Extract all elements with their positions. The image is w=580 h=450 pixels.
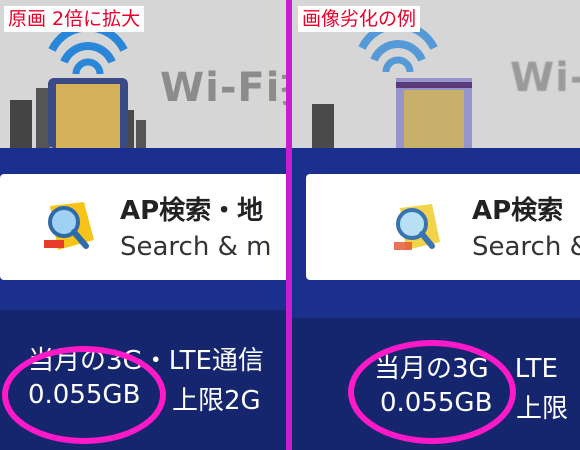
ap-search-card[interactable]: AP検索 Search & — [306, 174, 580, 280]
comparison-stage: Wi-Fi拉 原画 2倍に拡大 AP検索・地 Search & m 当月の3G・… — [0, 0, 580, 450]
map-search-icon — [394, 204, 440, 250]
card-title: AP検索 — [472, 196, 564, 226]
map-search-icon — [44, 202, 94, 250]
usage-limit: 上限 — [516, 394, 569, 424]
card-subtitle: Search & m — [120, 232, 272, 262]
panel-divider — [286, 0, 292, 450]
ap-search-card[interactable]: AP検索・地 Search & m — [0, 174, 286, 280]
panel-label: 原画 2倍に拡大 — [4, 6, 145, 32]
highlight-ellipse — [2, 346, 166, 444]
card-title: AP検索・地 — [120, 196, 264, 226]
original-panel: Wi-Fi拉 原画 2倍に拡大 AP検索・地 Search & m 当月の3G・… — [0, 0, 286, 450]
banner-title: Wi-I — [510, 55, 580, 101]
card-subtitle: Search & — [472, 232, 580, 262]
usage-limit: 上限2G — [172, 386, 261, 416]
degraded-panel: Wi-I 画像劣化の例 AP検索 Search & 当月の3G・LTE 0.05… — [292, 0, 580, 450]
panel-label: 画像劣化の例 — [298, 6, 421, 32]
banner-title: Wi-Fi拉 — [160, 65, 286, 111]
highlight-ellipse — [348, 340, 516, 444]
